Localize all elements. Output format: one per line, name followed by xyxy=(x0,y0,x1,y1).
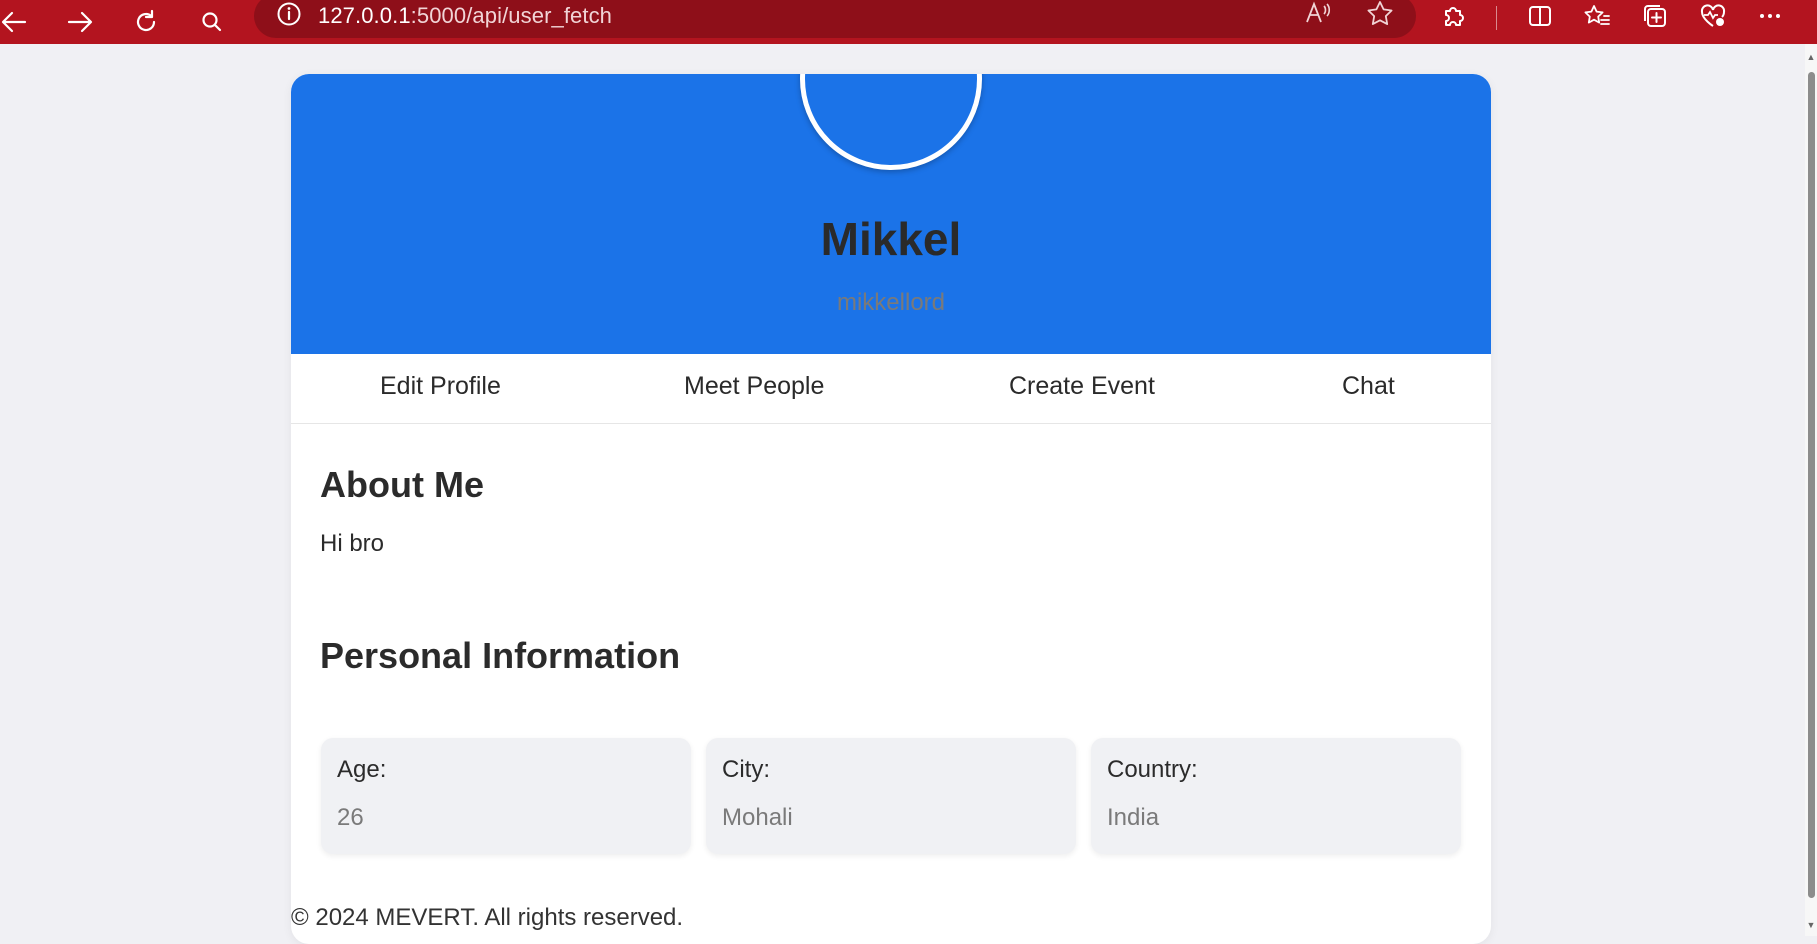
forward-arrow-icon[interactable] xyxy=(62,4,98,40)
scroll-thumb[interactable] xyxy=(1808,72,1815,898)
about-me-text: Hi bro xyxy=(320,530,385,557)
vertical-scrollbar[interactable]: ▲ ▼ xyxy=(1805,44,1817,936)
info-value: India xyxy=(1107,804,1160,831)
favorites-icon[interactable] xyxy=(1583,3,1611,34)
toolbar-right xyxy=(1440,0,1783,36)
more-icon[interactable] xyxy=(1757,3,1783,34)
search-icon[interactable] xyxy=(194,4,230,40)
extensions-icon[interactable] xyxy=(1440,3,1466,34)
back-arrow-icon[interactable] xyxy=(0,4,32,40)
info-icon[interactable] xyxy=(276,1,302,32)
address-bar[interactable]: 127.0.0.1:5000/api/user_fetch xyxy=(254,0,1416,38)
scroll-up-icon[interactable]: ▲ xyxy=(1806,52,1816,62)
collections-icon[interactable] xyxy=(1641,3,1669,34)
info-card-age: Age: 26 xyxy=(321,738,691,854)
avatar xyxy=(800,74,982,170)
profile-nav: Edit Profile Meet People Create Event Ch… xyxy=(291,354,1491,424)
scroll-down-icon[interactable]: ▼ xyxy=(1806,920,1816,930)
browser-toolbar: 127.0.0.1:5000/api/user_fetch xyxy=(0,0,1817,44)
url-text[interactable]: 127.0.0.1:5000/api/user_fetch xyxy=(318,3,612,29)
profile-name: Mikkel xyxy=(820,213,962,265)
url-path: :5000/api/user_fetch xyxy=(410,3,613,28)
create-event-link[interactable]: Create Event xyxy=(1009,372,1155,401)
info-card-country: Country: India xyxy=(1091,738,1461,854)
meet-people-link[interactable]: Meet People xyxy=(684,372,824,401)
profile-header: Mikkel mikkellord xyxy=(291,74,1491,354)
info-label: Country: xyxy=(1107,756,1198,783)
favorite-star-icon[interactable] xyxy=(1366,0,1394,31)
page-viewport: Mikkel mikkellord Edit Profile Meet Peop… xyxy=(0,44,1805,944)
about-me-heading: About Me xyxy=(320,464,484,505)
browser-essentials-icon[interactable] xyxy=(1699,3,1727,34)
footer-copyright: © 2024 MEVERT. All rights reserved. xyxy=(291,904,684,931)
info-label: City: xyxy=(722,756,770,783)
info-label: Age: xyxy=(337,756,387,783)
profile-username: mikkellord xyxy=(836,289,946,316)
chat-link[interactable]: Chat xyxy=(1342,372,1395,401)
edit-profile-link[interactable]: Edit Profile xyxy=(380,372,501,401)
info-value: 26 xyxy=(337,804,364,831)
nav-buttons xyxy=(0,4,230,40)
url-host: 127.0.0.1 xyxy=(318,3,411,28)
toolbar-divider xyxy=(1496,6,1497,30)
profile-card: Mikkel mikkellord Edit Profile Meet Peop… xyxy=(291,74,1491,944)
info-value: Mohali xyxy=(722,804,793,831)
split-screen-icon[interactable] xyxy=(1527,3,1553,34)
info-card-city: City: Mohali xyxy=(706,738,1076,854)
refresh-icon[interactable] xyxy=(128,4,164,40)
address-bar-actions xyxy=(1304,0,1394,31)
read-aloud-icon[interactable] xyxy=(1304,0,1332,31)
personal-info-heading: Personal Information xyxy=(320,635,681,676)
